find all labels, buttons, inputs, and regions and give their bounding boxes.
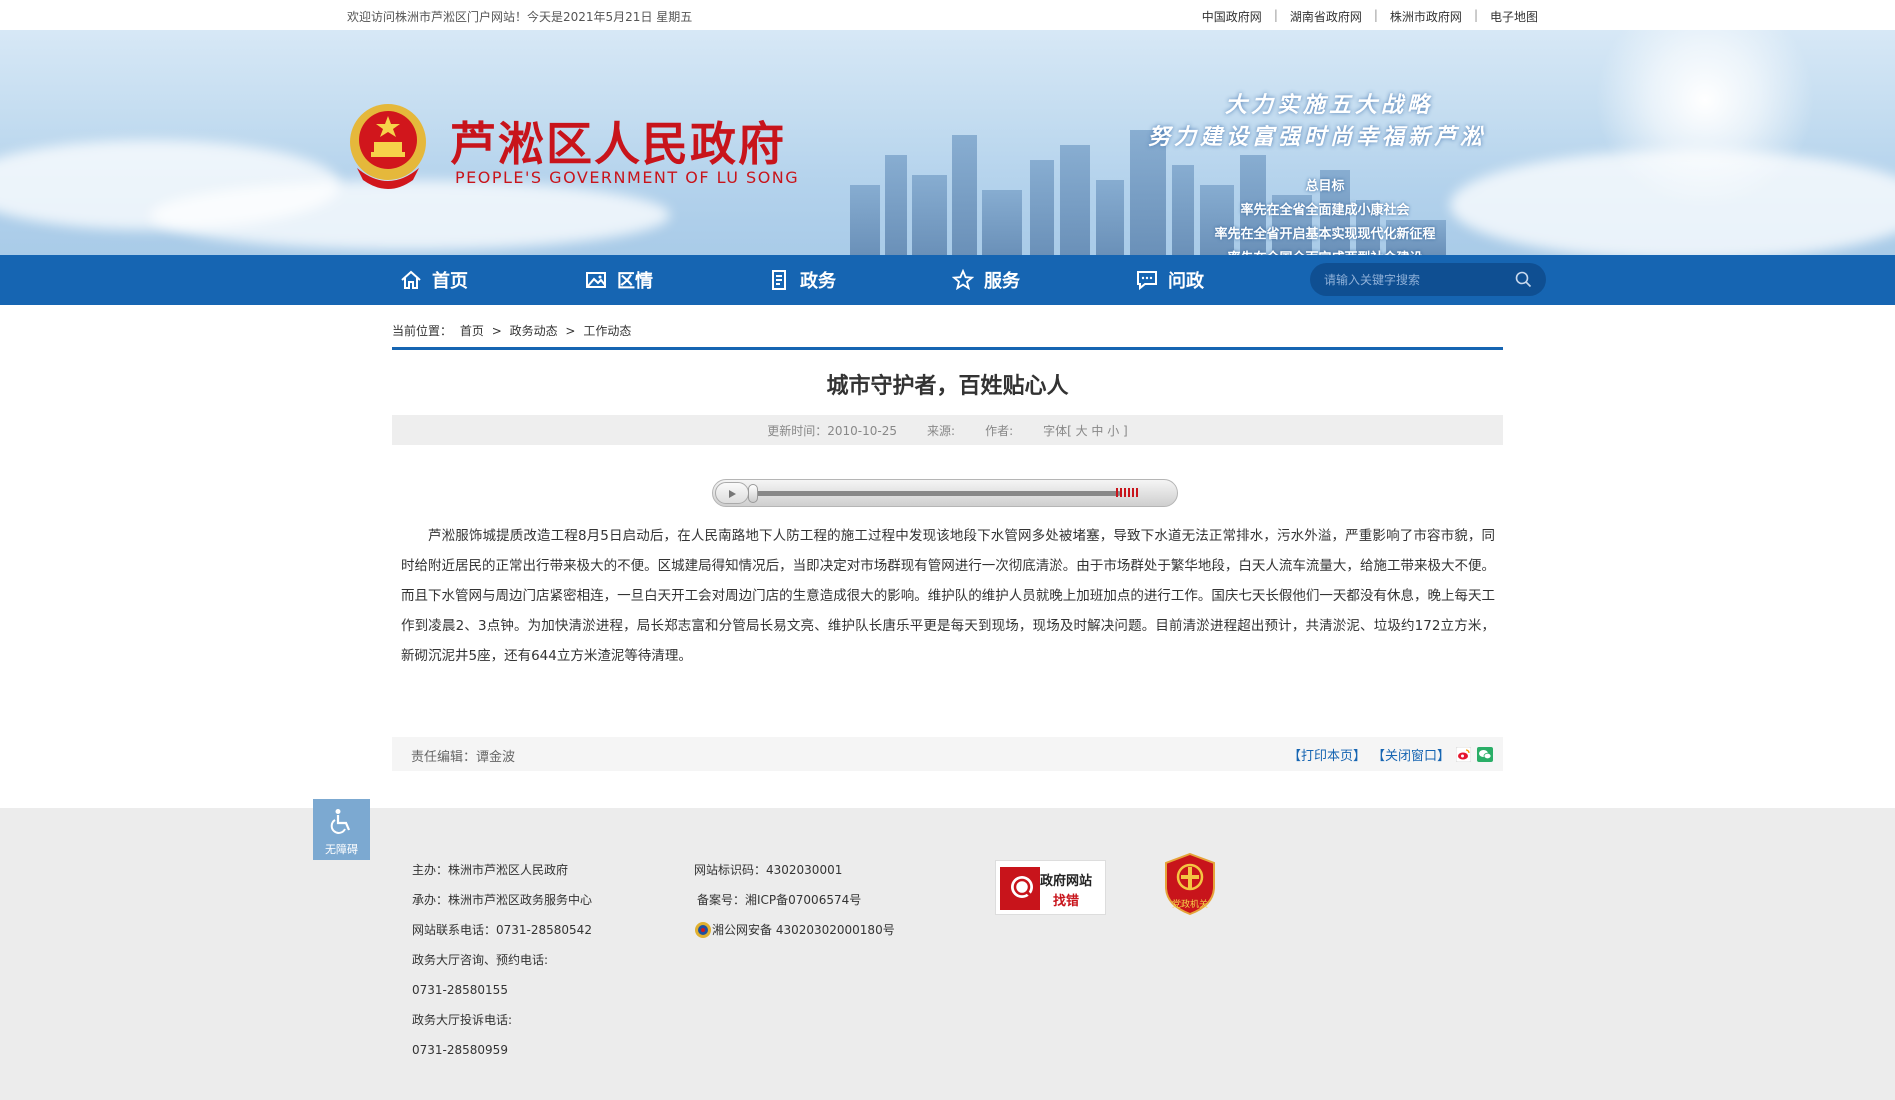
link-hunan-gov[interactable]: 湖南省政府网 bbox=[1290, 8, 1362, 25]
footer-police-record-text: 湘公网安备 43020302000180号 bbox=[712, 923, 895, 937]
breadcrumb-work-news[interactable]: 工作动态 bbox=[583, 324, 631, 338]
cloud-decoration bbox=[150, 180, 670, 250]
audio-player bbox=[712, 479, 1178, 507]
footer-hall-consult-phone: 0731-28580155 bbox=[412, 983, 508, 997]
nav-label: 区情 bbox=[617, 271, 653, 292]
welcome-text: 欢迎访问株洲市芦淞区门户网站！今天是2021年5月21日 星期五 bbox=[347, 10, 693, 24]
volume-control[interactable] bbox=[1116, 488, 1138, 497]
national-emblem-icon bbox=[350, 104, 426, 189]
gov-site-error-report-badge[interactable]: 政府网站 找错 bbox=[995, 860, 1106, 915]
footer-police-record[interactable]: 湘公网安备 43020302000180号 bbox=[694, 915, 895, 945]
nav-label: 首页 bbox=[432, 271, 468, 292]
goal-line: 率先在全省开启基本实现现代化新征程 bbox=[1214, 227, 1436, 242]
footer-organizer: 承办：株洲市芦淞区政务服务中心 bbox=[412, 893, 593, 907]
footer-host: 主办：株洲市芦淞区人民政府 bbox=[412, 863, 569, 877]
nav-label: 政务 bbox=[800, 271, 836, 292]
weibo-icon[interactable] bbox=[1456, 747, 1471, 762]
goal-block: 总目标 率先在全省全面建成小康社会 率先在全省开启基本实现现代化新征程 率先在全… bbox=[1180, 175, 1470, 255]
progress-handle[interactable] bbox=[748, 484, 758, 503]
main-nav: 首页 区情 政务 服务 问政 bbox=[0, 255, 1895, 305]
nav-label: 服务 bbox=[984, 271, 1020, 292]
footer-hall-complaint-phone: 0731-28580959 bbox=[412, 1043, 508, 1057]
top-bar: 欢迎访问株洲市芦淞区门户网站！今天是2021年5月21日 星期五 中国政府网 |… bbox=[0, 0, 1895, 30]
article-actions: 【打印本页】 【关闭窗口】 bbox=[1288, 745, 1493, 764]
police-badge-icon bbox=[695, 922, 711, 938]
top-links: 中国政府网 | 湖南省政府网 | 株洲市政府网 | 电子地图 bbox=[1202, 8, 1538, 25]
site-subtitle: PEOPLE'S GOVERNMENT OF LU SONG bbox=[455, 168, 800, 187]
error-report-line1: 政府网站 bbox=[1040, 874, 1093, 889]
chat-icon bbox=[1137, 271, 1157, 291]
footer-registration-info: 网站标识码：4302030001 备案号：湘ICP备07006574号 湘公网安… bbox=[694, 855, 895, 945]
article-footer-bar: 责任编辑：谭金波 【打印本页】 【关闭窗口】 bbox=[392, 737, 1503, 771]
site-footer bbox=[0, 808, 1895, 1100]
accessibility-button[interactable]: 无障碍 bbox=[313, 799, 370, 860]
footer-contact-phone: 网站联系电话：0731-28580542 bbox=[412, 923, 592, 937]
home-icon bbox=[401, 270, 421, 289]
footer-sponsor-info: 主办：株洲市芦淞区人民政府 承办：株洲市芦淞区政务服务中心 网站联系电话：073… bbox=[412, 855, 592, 1065]
search-input[interactable] bbox=[1324, 269, 1509, 290]
link-separator: | bbox=[1273, 8, 1278, 22]
play-icon bbox=[729, 490, 736, 498]
link-zhuzhou-gov[interactable]: 株洲市政府网 bbox=[1390, 8, 1462, 25]
slogan-line1: 大力实施五大战略 bbox=[1225, 92, 1434, 118]
nav-item-district-info[interactable]: 区情 bbox=[585, 255, 653, 305]
footer-icp[interactable]: 备案号：湘ICP备07006574号 bbox=[694, 885, 895, 915]
wechat-icon[interactable] bbox=[1477, 747, 1493, 762]
print-button[interactable]: 【打印本页】 bbox=[1288, 745, 1366, 764]
nav-item-services[interactable]: 服务 bbox=[952, 255, 1020, 305]
close-window-button[interactable]: 【关闭窗口】 bbox=[1372, 745, 1450, 764]
nav-label: 问政 bbox=[1168, 271, 1204, 292]
progress-track[interactable] bbox=[751, 491, 1121, 496]
breadcrumb-prefix: 当前位置： bbox=[392, 324, 453, 338]
link-china-gov[interactable]: 中国政府网 bbox=[1202, 8, 1262, 25]
breadcrumb-home[interactable]: 首页 bbox=[460, 324, 484, 338]
document-icon bbox=[772, 270, 786, 290]
editor-label: 责任编辑：谭金波 bbox=[411, 750, 516, 765]
breadcrumb-gov-news[interactable]: 政务动态 bbox=[510, 324, 558, 338]
link-separator: | bbox=[1373, 8, 1378, 22]
star-icon bbox=[952, 269, 974, 291]
goal-line: 率先在全省全面建成小康社会 bbox=[1240, 203, 1410, 218]
font-size-control[interactable]: 字体[ 大 中 小 ] bbox=[1043, 422, 1128, 439]
article-title: 城市守护者，百姓贴心人 bbox=[826, 374, 1069, 399]
article-body: 芦淞服饰城提质改造工程8月5日启动后，在人民南路地下人防工程的施工过程中发现该地… bbox=[401, 528, 1495, 664]
site-title: 芦淞区人民政府 bbox=[450, 117, 786, 171]
goal-line: 率先在全国全面完成两型社会建设 bbox=[1180, 247, 1470, 255]
footer-site-id: 网站标识码：4302030001 bbox=[694, 863, 843, 877]
wheelchair-icon bbox=[330, 809, 351, 834]
breadcrumb: 当前位置： 首页 > 政务动态 > 工作动态 bbox=[392, 322, 635, 339]
party-gov-label: 党政机关 bbox=[1171, 900, 1208, 910]
slogan-line2: 努力建设富强时尚幸福新芦淞 bbox=[1148, 124, 1487, 150]
nav-item-government-affairs[interactable]: 政务 bbox=[768, 255, 836, 305]
play-button[interactable] bbox=[715, 482, 749, 504]
search-box bbox=[1310, 263, 1546, 296]
search-icon[interactable] bbox=[1515, 271, 1532, 288]
error-report-line2: 找错 bbox=[1053, 894, 1080, 909]
link-separator: | bbox=[1473, 8, 1478, 22]
footer-hall-consult-label: 政务大厅咨询、预约电话: bbox=[412, 953, 549, 967]
link-e-map[interactable]: 电子地图 bbox=[1490, 8, 1538, 25]
goal-heading: 总目标 bbox=[1305, 179, 1345, 194]
header-banner: 芦淞区人民政府 PEOPLE'S GOVERNMENT OF LU SONG 大… bbox=[0, 30, 1895, 255]
breadcrumb-separator: > bbox=[565, 324, 576, 338]
image-icon bbox=[586, 272, 606, 288]
accessibility-label: 无障碍 bbox=[325, 843, 358, 856]
nav-item-inquiry[interactable]: 问政 bbox=[1136, 255, 1204, 305]
breadcrumb-separator: > bbox=[491, 324, 502, 338]
nav-item-home[interactable]: 首页 bbox=[400, 255, 468, 305]
breadcrumb-divider bbox=[392, 347, 1503, 350]
article-meta: 更新时间：2010-10-25 来源: 作者: 字体[ 大 中 小 ] bbox=[392, 415, 1503, 445]
footer-hall-complaint-label: 政务大厅投诉电话: bbox=[412, 1013, 513, 1027]
source-label: 来源: bbox=[927, 423, 956, 438]
update-time: 更新时间：2010-10-25 bbox=[767, 423, 898, 438]
author-label: 作者: bbox=[985, 423, 1014, 438]
party-government-badge[interactable]: 党政机关 bbox=[1164, 852, 1216, 916]
